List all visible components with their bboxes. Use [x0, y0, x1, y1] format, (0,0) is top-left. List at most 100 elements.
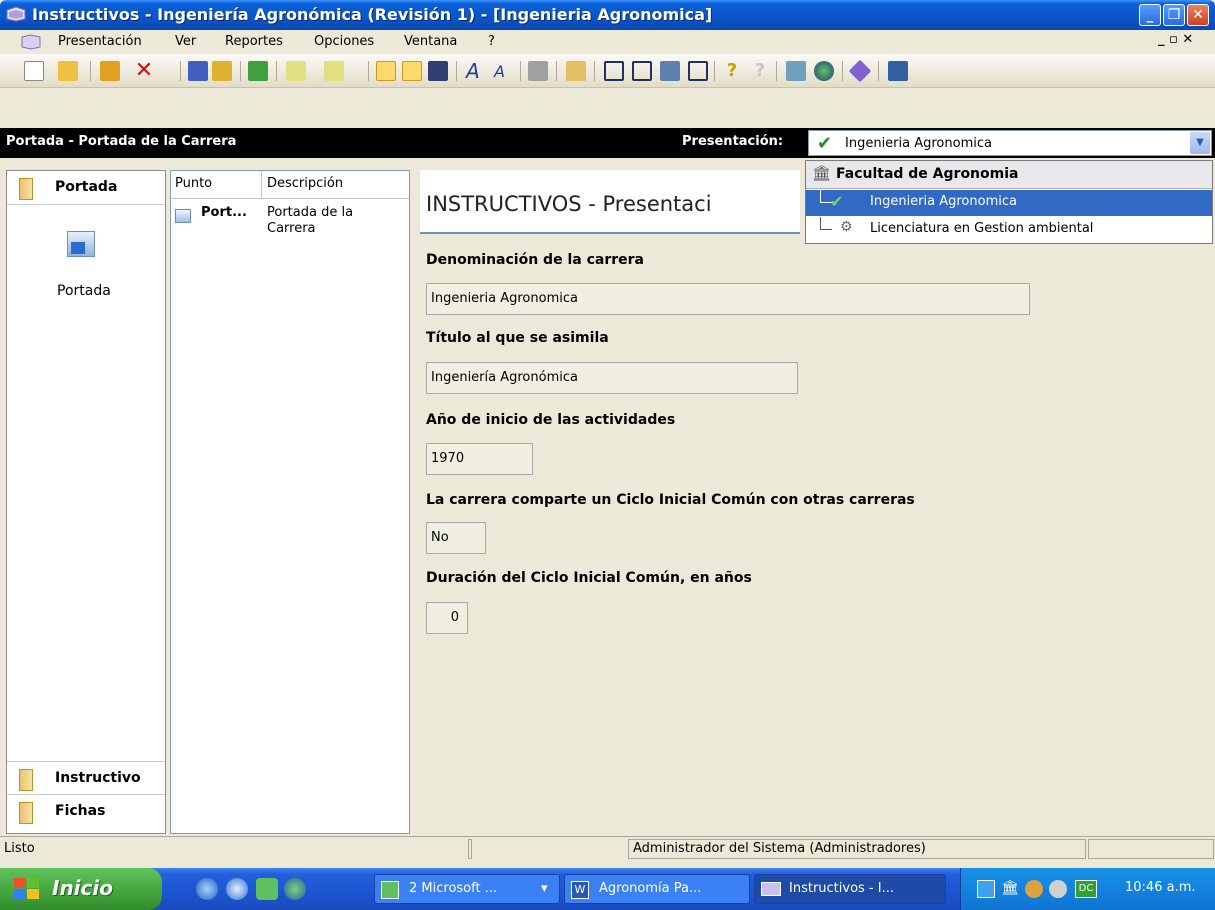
- row-punto: Port...: [201, 205, 247, 220]
- taskbar-button-agronomia[interactable]: W Agronomía Pa...: [564, 874, 750, 904]
- column-descripcion[interactable]: Descripción: [267, 176, 343, 191]
- view-list-icon[interactable]: [402, 61, 422, 81]
- nav-section-fichas[interactable]: Fichas: [7, 795, 165, 829]
- dropdown-option-gestion[interactable]: ⚙ Licenciatura en Gestion ambiental: [806, 217, 1212, 243]
- network-icon[interactable]: [977, 880, 995, 898]
- page-header: INSTRUCTIVOS - Presentaci: [420, 170, 800, 234]
- globe-icon[interactable]: [814, 61, 834, 81]
- page-icon: [67, 231, 95, 257]
- institution-icon[interactable]: 🏛: [1001, 880, 1019, 898]
- list-header: Punto Descripción: [171, 171, 409, 199]
- report-icon[interactable]: [566, 61, 586, 81]
- taskbar-button-microsoft[interactable]: 2 Microsoft ... ▾: [374, 874, 560, 904]
- clock: 10:46 a.m.: [1125, 880, 1196, 895]
- field-denominacion[interactable]: Ingenieria Agronomica: [426, 283, 1030, 315]
- field-label-titulo: Título al que se asimila: [426, 330, 609, 346]
- font-icon[interactable]: A: [466, 61, 486, 81]
- field-titulo[interactable]: Ingeniería Agronómica: [426, 362, 798, 394]
- portada-item[interactable]: [67, 231, 99, 261]
- new-icon[interactable]: [24, 61, 44, 81]
- delete-icon[interactable]: ✕: [134, 60, 154, 82]
- layout-vertical-icon[interactable]: [632, 61, 652, 81]
- menu-bar: Presentación Ver Reportes Opciones Venta…: [0, 30, 1215, 54]
- menu-reportes[interactable]: Reportes: [225, 34, 283, 49]
- close-button[interactable]: ✕: [1187, 4, 1209, 26]
- status-user: Administrador del Sistema (Administrador…: [633, 841, 926, 856]
- export-icon[interactable]: [786, 61, 806, 81]
- presentacion-selected: Ingenieria Agronomica: [845, 136, 992, 151]
- exit-icon[interactable]: [888, 61, 908, 81]
- dropdown-option-label: Licenciatura en Gestion ambiental: [870, 221, 1094, 236]
- window-titlebar[interactable]: Instructivos - Ingeniería Agronómica (Re…: [0, 0, 1215, 30]
- shield-icon[interactable]: [1025, 880, 1043, 898]
- navigation-bar: Portada Portada Instructivo Fichas: [6, 170, 166, 834]
- context-help-icon[interactable]: ?: [750, 61, 770, 81]
- plug-icon: ⚙: [840, 219, 853, 235]
- print-icon[interactable]: [528, 61, 548, 81]
- speaker-icon[interactable]: [1049, 880, 1067, 898]
- dropdown-option-agronomica[interactable]: ✔ Ingenieria Agronomica: [806, 190, 1212, 216]
- system-tray: 🏛 DC 10:46 a.m.: [960, 868, 1215, 910]
- portada-item-label[interactable]: Portada: [57, 283, 111, 299]
- menu-help[interactable]: ?: [488, 34, 495, 49]
- layout-horizontal-icon[interactable]: [604, 61, 624, 81]
- minimize-button[interactable]: _: [1139, 4, 1161, 26]
- field-label-anio-inicio: Año de inicio de las actividades: [426, 412, 676, 428]
- dropdown-option-label: Ingenieria Agronomica: [870, 194, 1017, 209]
- refresh-icon[interactable]: [248, 61, 268, 81]
- globe-icon[interactable]: [284, 878, 306, 900]
- presentacion-combobox[interactable]: ✔ Ingenieria Agronomica ▼: [808, 130, 1212, 156]
- menu-opciones[interactable]: Opciones: [314, 34, 374, 49]
- tray-app-icon[interactable]: DC: [1075, 880, 1097, 898]
- add-subitem-icon[interactable]: [324, 61, 344, 81]
- app-launcher-icon[interactable]: [256, 878, 278, 900]
- page-heading: INSTRUCTIVOS - Presentaci: [426, 192, 712, 216]
- restore-icon: ❐: [1167, 7, 1181, 23]
- restore-button[interactable]: ❐: [1163, 4, 1185, 26]
- browser-icon[interactable]: [226, 878, 248, 900]
- presentacion-dropdown: 🏛 Facultad de Agronomia ✔ Ingenieria Agr…: [805, 160, 1213, 244]
- chevron-down-icon[interactable]: ▼: [1190, 132, 1210, 154]
- folder-icon: [19, 802, 33, 824]
- document-icon: [761, 882, 781, 896]
- open-folder-icon[interactable]: [58, 61, 78, 81]
- ie-icon[interactable]: [196, 878, 218, 900]
- dropdown-group-row: 🏛 Facultad de Agronomia: [806, 161, 1212, 189]
- presentacion-label: Presentación:: [682, 134, 784, 149]
- mdi-controls[interactable]: _ ▫ ✕: [1158, 32, 1193, 47]
- word-icon: W: [571, 881, 589, 899]
- taskbar-button-instructivos[interactable]: Instructivos - I...: [754, 874, 946, 904]
- view-tree-icon[interactable]: [376, 61, 396, 81]
- window-icon[interactable]: [688, 61, 708, 81]
- chevron-down-icon: ▾: [541, 881, 548, 896]
- diamond-icon[interactable]: [848, 59, 872, 83]
- menu-presentacion[interactable]: Presentación: [58, 34, 142, 49]
- add-item-icon[interactable]: [286, 61, 306, 81]
- menu-ver[interactable]: Ver: [175, 34, 196, 49]
- field-duracion[interactable]: 0: [426, 602, 468, 634]
- checkmark-icon: ✔: [830, 192, 844, 211]
- field-anio-inicio[interactable]: 1970: [426, 443, 533, 475]
- help-icon[interactable]: ?: [722, 61, 742, 81]
- status-user-panel: Administrador del Sistema (Administrador…: [628, 839, 1086, 859]
- folder-icon[interactable]: [212, 61, 232, 81]
- font-small-icon[interactable]: A: [494, 61, 514, 81]
- folder-icon: [19, 178, 33, 200]
- list-row[interactable]: Port... Portada de la Carrera: [171, 203, 409, 245]
- view-details-icon[interactable]: [428, 61, 448, 81]
- view-title: Portada - Portada de la Carrera: [6, 134, 237, 149]
- document-icon: [21, 34, 41, 50]
- start-button[interactable]: Inicio: [0, 868, 162, 910]
- row-descripcion-line2: Carrera: [267, 221, 316, 236]
- menu-ventana[interactable]: Ventana: [404, 34, 457, 49]
- field-ciclo-comun[interactable]: No: [426, 522, 486, 554]
- column-punto[interactable]: Punto: [175, 176, 212, 191]
- save-icon[interactable]: [188, 61, 208, 81]
- field-label-ciclo-comun: La carrera comparte un Ciclo Inicial Com…: [426, 492, 915, 508]
- edit-pencil-icon[interactable]: [100, 61, 120, 81]
- nav-section-label: Instructivo: [55, 770, 141, 786]
- cascade-icon[interactable]: [660, 61, 680, 81]
- nav-section-instructivo[interactable]: Instructivo: [7, 761, 165, 795]
- start-label: Inicio: [52, 876, 113, 900]
- nav-section-portada[interactable]: Portada: [7, 171, 165, 205]
